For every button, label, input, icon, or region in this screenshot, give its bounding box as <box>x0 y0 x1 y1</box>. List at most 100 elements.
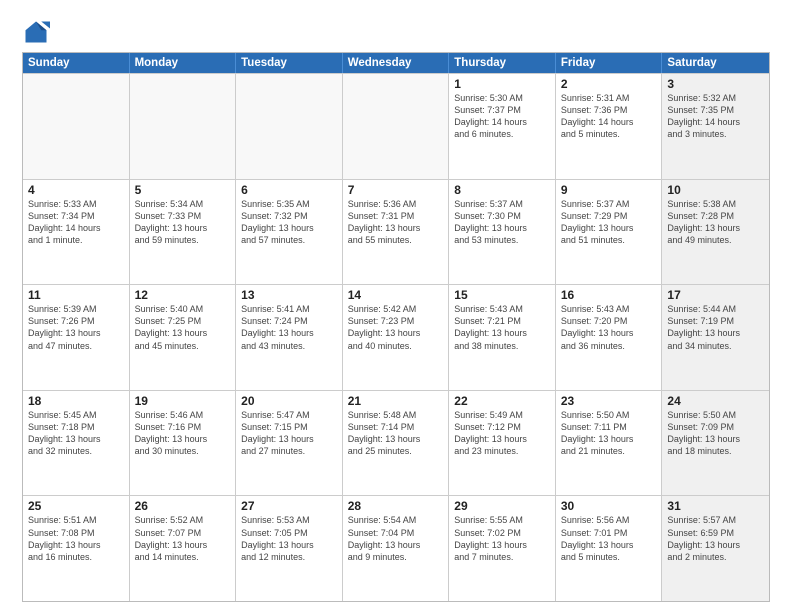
day-num-12: 12 <box>135 288 231 302</box>
day-info-11: Sunrise: 5:39 AM Sunset: 7:26 PM Dayligh… <box>28 303 124 352</box>
day-info-21: Sunrise: 5:48 AM Sunset: 7:14 PM Dayligh… <box>348 409 444 458</box>
week-row-4: 18Sunrise: 5:45 AM Sunset: 7:18 PM Dayli… <box>23 390 769 496</box>
day-info-22: Sunrise: 5:49 AM Sunset: 7:12 PM Dayligh… <box>454 409 550 458</box>
cal-cell: 4Sunrise: 5:33 AM Sunset: 7:34 PM Daylig… <box>23 180 130 285</box>
cal-cell: 25Sunrise: 5:51 AM Sunset: 7:08 PM Dayli… <box>23 496 130 601</box>
day-num-6: 6 <box>241 183 337 197</box>
day-info-20: Sunrise: 5:47 AM Sunset: 7:15 PM Dayligh… <box>241 409 337 458</box>
day-num-1: 1 <box>454 77 550 91</box>
day-num-3: 3 <box>667 77 764 91</box>
header-day-friday: Friday <box>556 53 663 73</box>
cal-cell: 12Sunrise: 5:40 AM Sunset: 7:25 PM Dayli… <box>130 285 237 390</box>
cal-cell: 15Sunrise: 5:43 AM Sunset: 7:21 PM Dayli… <box>449 285 556 390</box>
day-info-5: Sunrise: 5:34 AM Sunset: 7:33 PM Dayligh… <box>135 198 231 247</box>
day-info-25: Sunrise: 5:51 AM Sunset: 7:08 PM Dayligh… <box>28 514 124 563</box>
day-num-23: 23 <box>561 394 657 408</box>
cal-cell: 22Sunrise: 5:49 AM Sunset: 7:12 PM Dayli… <box>449 391 556 496</box>
cal-cell: 23Sunrise: 5:50 AM Sunset: 7:11 PM Dayli… <box>556 391 663 496</box>
day-num-31: 31 <box>667 499 764 513</box>
cal-cell: 10Sunrise: 5:38 AM Sunset: 7:28 PM Dayli… <box>662 180 769 285</box>
cal-cell: 29Sunrise: 5:55 AM Sunset: 7:02 PM Dayli… <box>449 496 556 601</box>
header-day-monday: Monday <box>130 53 237 73</box>
day-num-26: 26 <box>135 499 231 513</box>
cal-cell <box>343 74 450 179</box>
cal-cell: 26Sunrise: 5:52 AM Sunset: 7:07 PM Dayli… <box>130 496 237 601</box>
header-row <box>22 18 770 46</box>
day-num-28: 28 <box>348 499 444 513</box>
header-day-sunday: Sunday <box>23 53 130 73</box>
cal-cell: 5Sunrise: 5:34 AM Sunset: 7:33 PM Daylig… <box>130 180 237 285</box>
day-num-29: 29 <box>454 499 550 513</box>
day-info-3: Sunrise: 5:32 AM Sunset: 7:35 PM Dayligh… <box>667 92 764 141</box>
day-info-23: Sunrise: 5:50 AM Sunset: 7:11 PM Dayligh… <box>561 409 657 458</box>
day-info-17: Sunrise: 5:44 AM Sunset: 7:19 PM Dayligh… <box>667 303 764 352</box>
day-num-17: 17 <box>667 288 764 302</box>
day-num-5: 5 <box>135 183 231 197</box>
day-num-8: 8 <box>454 183 550 197</box>
week-row-5: 25Sunrise: 5:51 AM Sunset: 7:08 PM Dayli… <box>23 495 769 601</box>
cal-cell <box>236 74 343 179</box>
cal-cell <box>23 74 130 179</box>
day-info-28: Sunrise: 5:54 AM Sunset: 7:04 PM Dayligh… <box>348 514 444 563</box>
day-num-14: 14 <box>348 288 444 302</box>
day-info-4: Sunrise: 5:33 AM Sunset: 7:34 PM Dayligh… <box>28 198 124 247</box>
day-info-31: Sunrise: 5:57 AM Sunset: 6:59 PM Dayligh… <box>667 514 764 563</box>
cal-cell <box>130 74 237 179</box>
day-num-21: 21 <box>348 394 444 408</box>
day-num-25: 25 <box>28 499 124 513</box>
day-num-27: 27 <box>241 499 337 513</box>
day-info-30: Sunrise: 5:56 AM Sunset: 7:01 PM Dayligh… <box>561 514 657 563</box>
cal-cell: 17Sunrise: 5:44 AM Sunset: 7:19 PM Dayli… <box>662 285 769 390</box>
day-info-14: Sunrise: 5:42 AM Sunset: 7:23 PM Dayligh… <box>348 303 444 352</box>
day-info-6: Sunrise: 5:35 AM Sunset: 7:32 PM Dayligh… <box>241 198 337 247</box>
cal-cell: 18Sunrise: 5:45 AM Sunset: 7:18 PM Dayli… <box>23 391 130 496</box>
day-info-9: Sunrise: 5:37 AM Sunset: 7:29 PM Dayligh… <box>561 198 657 247</box>
day-num-19: 19 <box>135 394 231 408</box>
day-num-10: 10 <box>667 183 764 197</box>
cal-cell: 3Sunrise: 5:32 AM Sunset: 7:35 PM Daylig… <box>662 74 769 179</box>
cal-cell: 2Sunrise: 5:31 AM Sunset: 7:36 PM Daylig… <box>556 74 663 179</box>
day-num-11: 11 <box>28 288 124 302</box>
cal-cell: 28Sunrise: 5:54 AM Sunset: 7:04 PM Dayli… <box>343 496 450 601</box>
day-info-18: Sunrise: 5:45 AM Sunset: 7:18 PM Dayligh… <box>28 409 124 458</box>
cal-cell: 31Sunrise: 5:57 AM Sunset: 6:59 PM Dayli… <box>662 496 769 601</box>
day-info-12: Sunrise: 5:40 AM Sunset: 7:25 PM Dayligh… <box>135 303 231 352</box>
calendar-header: SundayMondayTuesdayWednesdayThursdayFrid… <box>23 53 769 73</box>
day-info-13: Sunrise: 5:41 AM Sunset: 7:24 PM Dayligh… <box>241 303 337 352</box>
day-num-30: 30 <box>561 499 657 513</box>
header-day-tuesday: Tuesday <box>236 53 343 73</box>
day-info-27: Sunrise: 5:53 AM Sunset: 7:05 PM Dayligh… <box>241 514 337 563</box>
day-info-1: Sunrise: 5:30 AM Sunset: 7:37 PM Dayligh… <box>454 92 550 141</box>
cal-cell: 11Sunrise: 5:39 AM Sunset: 7:26 PM Dayli… <box>23 285 130 390</box>
day-info-24: Sunrise: 5:50 AM Sunset: 7:09 PM Dayligh… <box>667 409 764 458</box>
day-num-13: 13 <box>241 288 337 302</box>
day-info-26: Sunrise: 5:52 AM Sunset: 7:07 PM Dayligh… <box>135 514 231 563</box>
cal-cell: 24Sunrise: 5:50 AM Sunset: 7:09 PM Dayli… <box>662 391 769 496</box>
day-num-4: 4 <box>28 183 124 197</box>
week-row-2: 4Sunrise: 5:33 AM Sunset: 7:34 PM Daylig… <box>23 179 769 285</box>
day-info-7: Sunrise: 5:36 AM Sunset: 7:31 PM Dayligh… <box>348 198 444 247</box>
cal-cell: 27Sunrise: 5:53 AM Sunset: 7:05 PM Dayli… <box>236 496 343 601</box>
cal-cell: 20Sunrise: 5:47 AM Sunset: 7:15 PM Dayli… <box>236 391 343 496</box>
logo <box>22 18 54 46</box>
day-info-29: Sunrise: 5:55 AM Sunset: 7:02 PM Dayligh… <box>454 514 550 563</box>
page: SundayMondayTuesdayWednesdayThursdayFrid… <box>0 0 792 612</box>
calendar-body: 1Sunrise: 5:30 AM Sunset: 7:37 PM Daylig… <box>23 73 769 601</box>
cal-cell: 14Sunrise: 5:42 AM Sunset: 7:23 PM Dayli… <box>343 285 450 390</box>
day-info-16: Sunrise: 5:43 AM Sunset: 7:20 PM Dayligh… <box>561 303 657 352</box>
week-row-3: 11Sunrise: 5:39 AM Sunset: 7:26 PM Dayli… <box>23 284 769 390</box>
cal-cell: 16Sunrise: 5:43 AM Sunset: 7:20 PM Dayli… <box>556 285 663 390</box>
day-num-20: 20 <box>241 394 337 408</box>
cal-cell: 8Sunrise: 5:37 AM Sunset: 7:30 PM Daylig… <box>449 180 556 285</box>
cal-cell: 19Sunrise: 5:46 AM Sunset: 7:16 PM Dayli… <box>130 391 237 496</box>
header-day-wednesday: Wednesday <box>343 53 450 73</box>
day-num-9: 9 <box>561 183 657 197</box>
calendar: SundayMondayTuesdayWednesdayThursdayFrid… <box>22 52 770 602</box>
header-day-saturday: Saturday <box>662 53 769 73</box>
day-num-2: 2 <box>561 77 657 91</box>
cal-cell: 30Sunrise: 5:56 AM Sunset: 7:01 PM Dayli… <box>556 496 663 601</box>
day-num-18: 18 <box>28 394 124 408</box>
day-info-10: Sunrise: 5:38 AM Sunset: 7:28 PM Dayligh… <box>667 198 764 247</box>
day-num-7: 7 <box>348 183 444 197</box>
cal-cell: 13Sunrise: 5:41 AM Sunset: 7:24 PM Dayli… <box>236 285 343 390</box>
